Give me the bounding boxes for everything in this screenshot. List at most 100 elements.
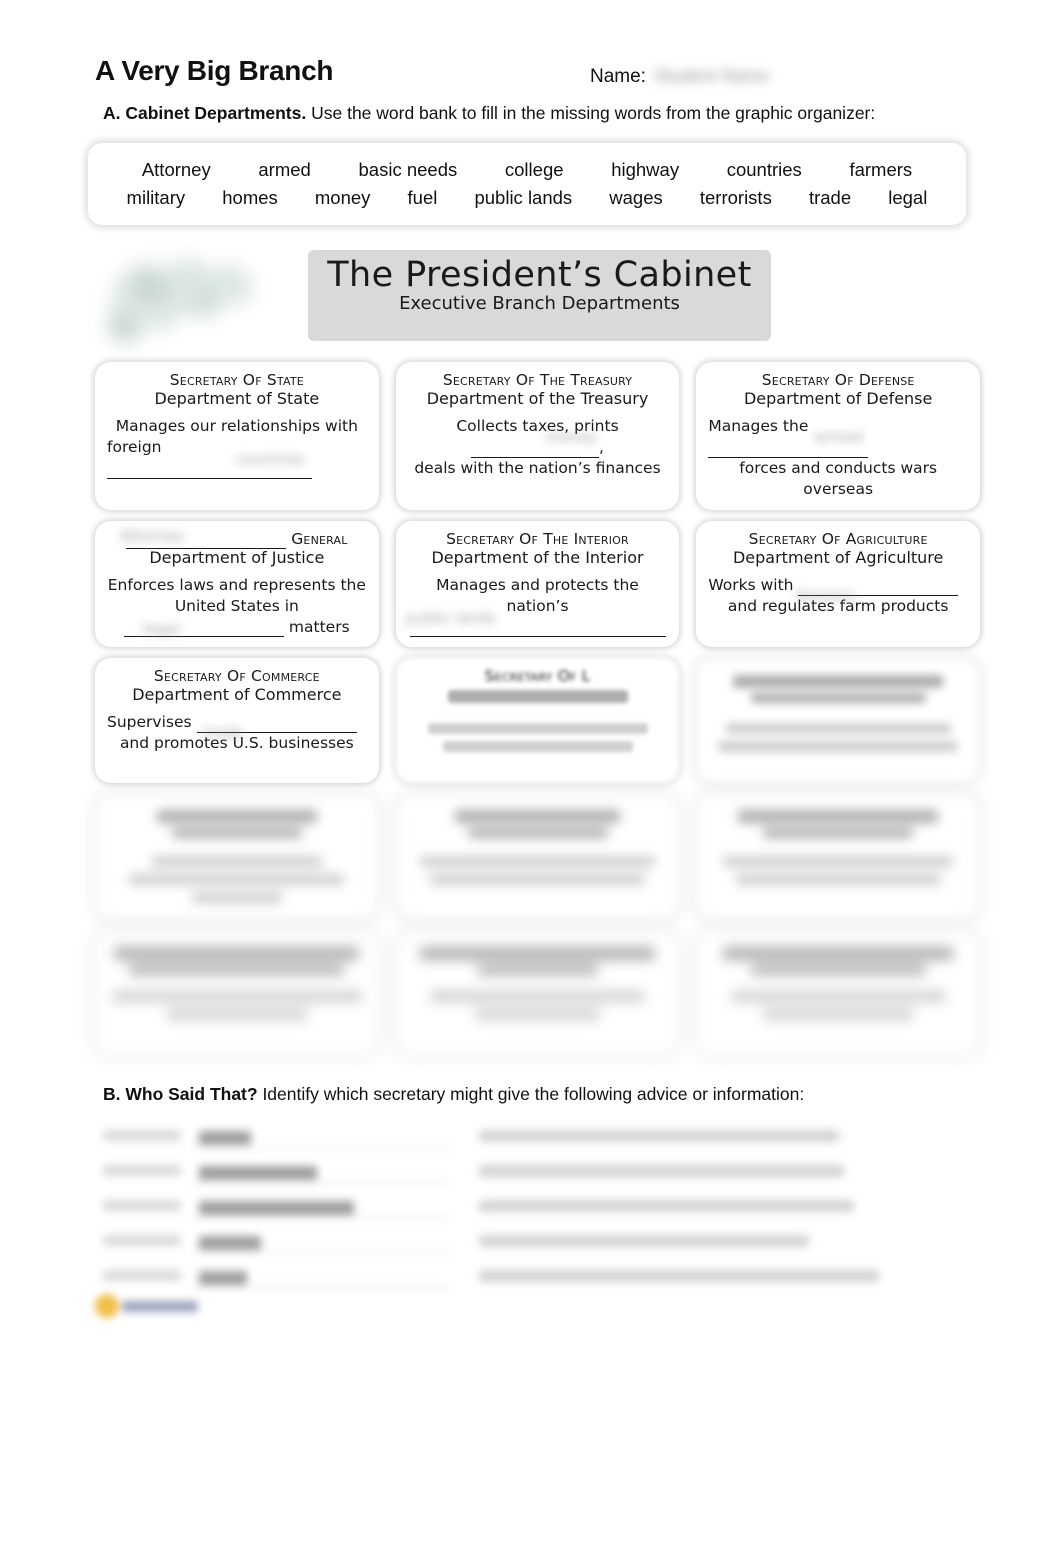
locked-content <box>763 828 914 839</box>
locked-content <box>733 675 944 689</box>
locked-content <box>427 723 648 735</box>
card-blank-prefix: Works with <box>708 575 794 594</box>
answer-blank[interactable] <box>191 1158 451 1183</box>
card-department: Department of the Treasury <box>426 388 649 408</box>
word-bank-item: wages <box>609 187 663 208</box>
redacted-answer: Attorney <box>120 526 185 545</box>
worksheet-page: A Very Big Branch Name: Student Name A. … <box>0 0 1062 1556</box>
question-row <box>103 1153 973 1188</box>
card-secretary-title: Secretary of L <box>484 667 591 686</box>
redacted-answer: public lands <box>405 608 496 627</box>
redacted-answer: armed <box>814 428 863 446</box>
organizer-subtitle: Executive Branch Departments <box>399 293 680 315</box>
answer-blank[interactable] <box>191 1123 451 1148</box>
cards-row-5 <box>95 931 981 1057</box>
locked-content <box>723 947 954 961</box>
locked-content <box>467 828 608 839</box>
card-department: Department of Agriculture <box>732 547 944 567</box>
card-body-line2: United States in <box>174 596 299 615</box>
card-attorney-general: General Department of Justice Enforces l… <box>95 520 379 648</box>
card-secretary-of-commerce: Secretary of Commerce Department of Comm… <box>95 658 379 784</box>
question-row <box>103 1223 973 1258</box>
redacted-answer: money <box>545 428 598 446</box>
card-secretary-of-hhs <box>696 658 981 784</box>
logo-mark-icon <box>95 1294 119 1318</box>
question-number <box>103 1235 181 1246</box>
question-number <box>103 1130 181 1141</box>
locked-content <box>420 947 655 961</box>
question-quote <box>479 1199 854 1212</box>
redacted-answer <box>199 1166 317 1180</box>
redacted-answer: farmers <box>796 586 855 605</box>
word-bank-item: highway <box>611 159 680 180</box>
question-number <box>103 1165 181 1176</box>
card-department: Department of State <box>154 388 320 408</box>
card-locked-row4-1 <box>95 794 379 921</box>
card-department: Department of Defense <box>743 388 933 408</box>
word-bank-item: trade <box>808 187 852 208</box>
name-field-group: Name: Student Name <box>590 66 769 88</box>
locked-content <box>725 723 951 735</box>
card-blank-prefix: Supervises <box>107 713 192 732</box>
word-bank-item: countries <box>726 159 802 180</box>
name-value-redacted: Student Name <box>653 66 770 86</box>
card-body: Manages our relationships with foreign <box>107 416 367 479</box>
card-blank-prefix: Manages the <box>708 417 809 435</box>
card-secretary-title: Secretary of Commerce <box>153 667 320 686</box>
card-body-line1: Manages our relationships with <box>115 417 358 435</box>
card-secretary-of-labor: Secretary of L <box>395 658 680 784</box>
word-bank-item: Attorney <box>141 159 211 180</box>
locked-content <box>763 1009 914 1021</box>
word-bank-item: fuel <box>407 187 438 208</box>
word-bank-item: money <box>314 187 371 208</box>
card-locked-row5-3 <box>696 931 981 1057</box>
question-number <box>103 1200 181 1211</box>
question-quote <box>479 1234 809 1247</box>
word-bank-item: legal <box>888 187 928 208</box>
redacted-answer <box>199 1201 354 1215</box>
card-secretary-of-treasury: Secretary of the Treasury Department of … <box>395 362 680 510</box>
name-label: Name: <box>590 66 646 87</box>
word-bank-item: basic needs <box>358 159 458 180</box>
card-blank-suffix: matters <box>288 617 350 636</box>
answer-blank[interactable] <box>191 1263 451 1288</box>
card-locked-row4-2 <box>395 794 680 921</box>
card-secretary-of-state: Secretary of State Department of State M… <box>95 362 379 510</box>
locked-content <box>730 991 946 1003</box>
card-locked-row5-1 <box>95 931 379 1057</box>
card-secretary-suffix: General <box>291 529 348 548</box>
who-said-that-list <box>103 1118 973 1293</box>
word-bank-item: homes <box>222 187 278 208</box>
publisher-logo <box>95 1292 203 1322</box>
card-department: Department of the Interior <box>431 547 644 567</box>
card-blank-suffix: , <box>599 437 604 456</box>
redacted-answer: countries <box>235 450 305 468</box>
locked-content <box>475 1009 600 1021</box>
word-bank-row-1: Attorney armed basic needs college highw… <box>108 156 946 184</box>
redacted-answer <box>199 1271 247 1285</box>
word-bank-row-2: military homes money fuel public lands w… <box>108 184 946 212</box>
question-number <box>103 1270 181 1281</box>
locked-content <box>129 965 345 976</box>
locked-content <box>430 991 645 1003</box>
card-department: Department of Justice <box>149 547 325 567</box>
card-body-line2: forces and conducts wars overseas <box>739 458 938 498</box>
card-body: Collects taxes, prints, deals with the n… <box>408 416 668 479</box>
locked-content <box>723 856 954 868</box>
answer-blank[interactable] <box>191 1228 451 1253</box>
section-b-instructions: Identify which secretary might give the … <box>257 1084 805 1104</box>
locked-content <box>430 874 645 886</box>
word-bank-item: farmers <box>849 159 913 180</box>
section-b-heading: B. Who Said That? Identify which secreta… <box>103 1084 804 1105</box>
word-bank-item: college <box>504 159 564 180</box>
organizer-banner: The President’s Cabinet Executive Branch… <box>308 250 771 341</box>
page-title: A Very Big Branch <box>95 55 334 86</box>
card-blank-prefix: foreign <box>107 437 162 456</box>
redacted-answer <box>199 1236 261 1250</box>
question-quote <box>479 1269 879 1282</box>
locked-content <box>166 1009 307 1021</box>
answer-blank[interactable] <box>191 1193 451 1218</box>
cards-row-1: Secretary of State Department of State M… <box>95 362 981 510</box>
card-secretary-title: Secretary of the Treasury <box>442 371 633 389</box>
redacted-answer <box>199 1131 251 1145</box>
